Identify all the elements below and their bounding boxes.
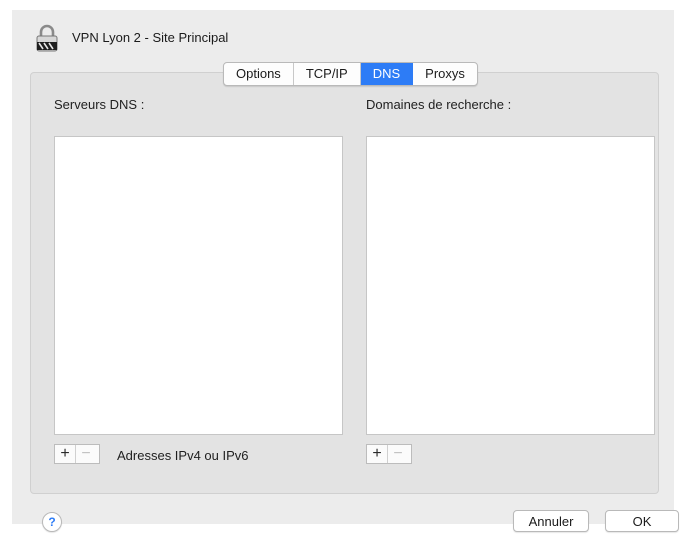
tab-proxys[interactable]: Proxys <box>413 63 477 85</box>
search-domains-list[interactable] <box>366 136 655 435</box>
dns-server-remove-button[interactable]: − <box>75 445 96 463</box>
cancel-button[interactable]: Annuler <box>513 510 589 532</box>
dns-servers-hint: Adresses IPv4 ou IPv6 <box>117 448 249 463</box>
tab-tcp-ip[interactable]: TCP/IP <box>294 63 361 85</box>
ok-button[interactable]: OK <box>605 510 679 532</box>
dns-servers-add-remove: + − <box>54 444 100 464</box>
tab-content-panel: Serveurs DNS : + − Adresses IPv4 ou IPv6… <box>30 72 659 494</box>
search-domain-remove-button[interactable]: − <box>387 445 408 463</box>
dns-servers-label: Serveurs DNS : <box>54 97 145 112</box>
vpn-settings-sheet: VPN Lyon 2 - Site Principal Serveurs DNS… <box>12 10 679 532</box>
search-domain-add-button[interactable]: + <box>367 445 387 463</box>
dns-server-add-button[interactable]: + <box>55 445 75 463</box>
window-title: VPN Lyon 2 - Site Principal <box>72 30 229 45</box>
tab-options[interactable]: Options <box>224 63 294 85</box>
search-domains-label: Domaines de recherche : <box>366 97 512 112</box>
vpn-lock-icon <box>36 24 58 52</box>
help-button[interactable]: ? <box>42 512 62 532</box>
tab-dns[interactable]: DNS <box>360 63 414 85</box>
tab-bar: Options TCP/IP DNS Proxys <box>223 62 478 86</box>
search-domains-add-remove: + − <box>366 444 412 464</box>
dns-servers-list[interactable] <box>54 136 343 435</box>
